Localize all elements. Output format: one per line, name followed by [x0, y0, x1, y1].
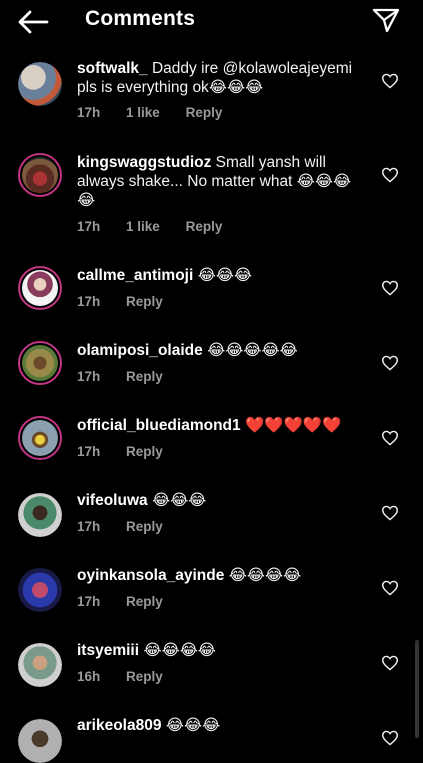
- reply-button[interactable]: Reply: [186, 219, 223, 234]
- comment-time: 17h: [77, 369, 101, 384]
- comment-body: arikeola809 😂😂😂: [77, 716, 367, 735]
- comment-time: 17h: [77, 444, 101, 459]
- avatar[interactable]: [18, 719, 62, 763]
- comment-body: oyinkansola_ayinde 😂😂😂😂: [77, 566, 367, 585]
- comment-username[interactable]: vifeoluwa: [77, 492, 148, 509]
- comment-time: 17h: [77, 294, 101, 309]
- comment-likes[interactable]: 1 like: [126, 105, 160, 120]
- avatar[interactable]: [18, 266, 62, 310]
- reply-button[interactable]: Reply: [126, 294, 163, 309]
- heart-outline-icon[interactable]: [381, 167, 399, 183]
- avatar[interactable]: [18, 643, 62, 687]
- avatar[interactable]: [18, 62, 62, 106]
- comment-username[interactable]: olamiposi_olaide: [77, 342, 203, 359]
- reply-button[interactable]: Reply: [126, 369, 163, 384]
- comment-time: 17h: [77, 594, 101, 609]
- comment-time: 16h: [77, 669, 101, 684]
- comment-meta: 17h 1 like Reply: [77, 219, 244, 234]
- heart-outline-icon[interactable]: [381, 730, 399, 746]
- comment-username[interactable]: oyinkansola_ayinde: [77, 567, 224, 584]
- avatar[interactable]: [18, 341, 62, 385]
- comment-body: kingswaggstudioz Small yansh will always…: [77, 153, 367, 210]
- comment-meta: 17h Reply: [77, 294, 185, 309]
- avatar[interactable]: [18, 416, 62, 460]
- avatar[interactable]: [18, 153, 62, 197]
- reply-button[interactable]: Reply: [126, 519, 163, 534]
- comment-text: ❤️❤️❤️❤️❤️: [244, 417, 342, 434]
- comment-text: 😂😂😂: [197, 267, 252, 284]
- heart-outline-icon[interactable]: [381, 505, 399, 521]
- comment-body: vifeoluwa 😂😂😂: [77, 491, 367, 510]
- comment-body: callme_antimoji 😂😂😂: [77, 266, 367, 285]
- share-button[interactable]: [371, 6, 401, 34]
- reply-button[interactable]: Reply: [126, 669, 163, 684]
- comment-username[interactable]: arikeola809: [77, 717, 161, 734]
- comment-likes[interactable]: 1 like: [126, 219, 160, 234]
- comment-meta: 17h Reply: [77, 369, 185, 384]
- reply-button[interactable]: Reply: [126, 594, 163, 609]
- page-title: Comments: [85, 7, 196, 30]
- header-bar: Comments: [0, 0, 423, 44]
- comment-time: 17h: [77, 519, 101, 534]
- heart-outline-icon[interactable]: [381, 430, 399, 446]
- comment-body: official_bluediamond1 ❤️❤️❤️❤️❤️: [77, 416, 367, 435]
- reply-button[interactable]: Reply: [186, 105, 223, 120]
- arrow-left-icon: [18, 10, 49, 34]
- comment-username[interactable]: callme_antimoji: [77, 267, 193, 284]
- comment-meta: 17h Reply: [77, 519, 185, 534]
- heart-outline-icon[interactable]: [381, 655, 399, 671]
- comment-meta: 17h Reply: [77, 594, 185, 609]
- comment-body: softwalk_ Daddy ire @kolawoleajeyemi pls…: [77, 59, 367, 97]
- comment-username[interactable]: kingswaggstudioz: [77, 154, 211, 171]
- comment-meta: 17h Reply: [77, 444, 185, 459]
- reply-button[interactable]: Reply: [126, 444, 163, 459]
- comment-text: 😂😂😂😂: [228, 567, 302, 584]
- comment-meta: 16h Reply: [77, 669, 185, 684]
- comment-time: 17h: [77, 219, 101, 234]
- heart-outline-icon[interactable]: [381, 355, 399, 371]
- heart-outline-icon[interactable]: [381, 73, 399, 89]
- scrollbar[interactable]: [415, 640, 419, 738]
- comment-body: olamiposi_olaide 😂😂😂😂😂: [77, 341, 367, 360]
- back-button[interactable]: [16, 8, 50, 36]
- comment-text: 😂😂😂: [165, 717, 221, 734]
- comment-username[interactable]: itsyemiii: [77, 642, 139, 659]
- comment-username[interactable]: softwalk_: [77, 60, 148, 77]
- avatar[interactable]: [18, 493, 62, 537]
- paper-plane-icon: [372, 8, 400, 33]
- comment-text: 😂😂😂😂: [143, 642, 216, 659]
- comment-username[interactable]: official_bluediamond1: [77, 417, 241, 434]
- heart-outline-icon[interactable]: [381, 580, 399, 596]
- comment-text: 😂😂😂: [151, 492, 207, 509]
- avatar[interactable]: [18, 568, 62, 612]
- comment-text: 😂😂😂😂😂: [207, 342, 298, 359]
- comment-time: 17h: [77, 105, 101, 120]
- comment-body: itsyemiii 😂😂😂😂: [77, 641, 367, 660]
- comment-meta: 17h 1 like Reply: [77, 105, 244, 120]
- heart-outline-icon[interactable]: [381, 280, 399, 296]
